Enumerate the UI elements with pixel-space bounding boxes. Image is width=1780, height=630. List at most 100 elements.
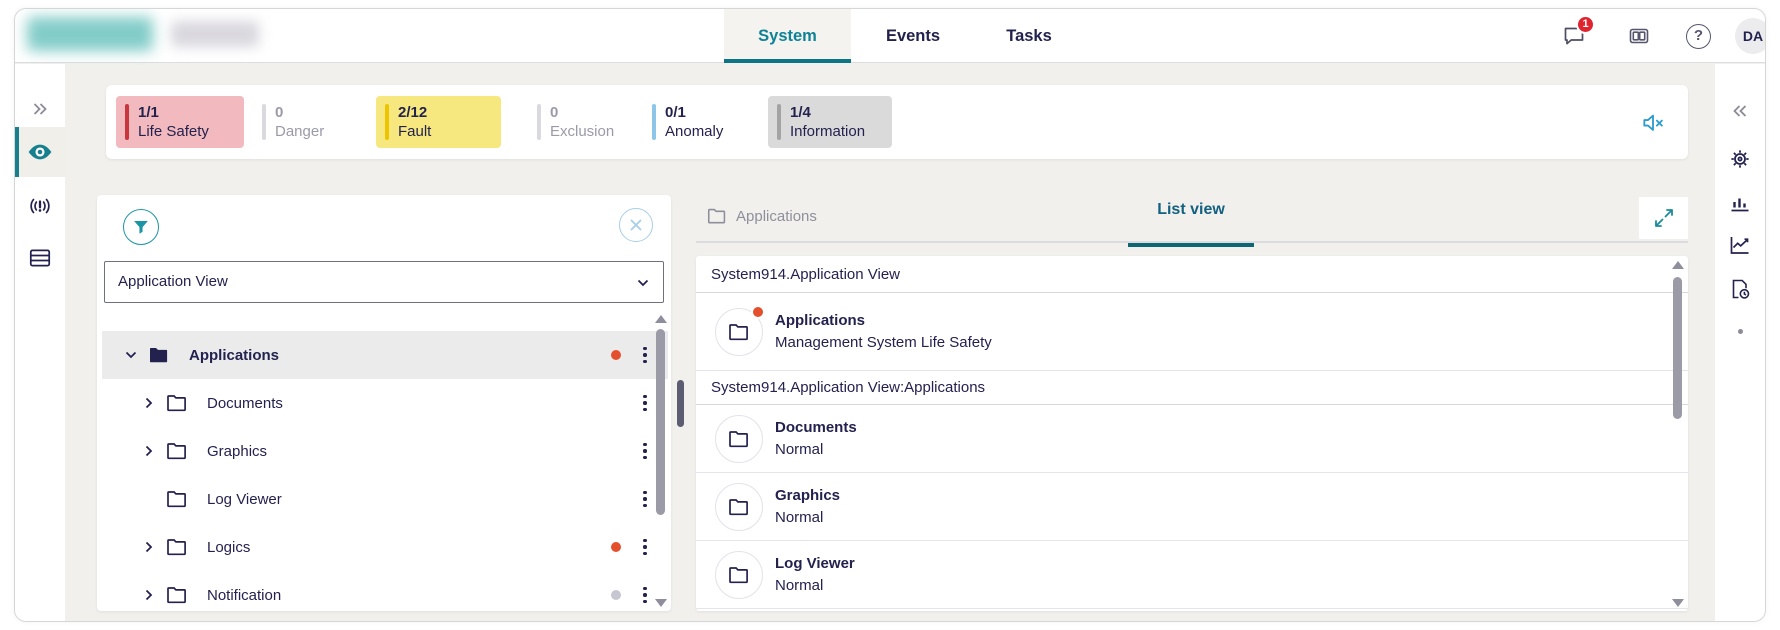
collapse-panel-button[interactable] [1715,86,1765,136]
scrollbar-thumb[interactable] [1673,277,1682,419]
status-danger[interactable]: 0 Danger [253,96,353,148]
kebab-menu-icon[interactable] [638,587,652,604]
scroll-down-arrow[interactable] [655,599,667,607]
settings-button[interactable] [1715,134,1765,184]
split-view-icon[interactable] [1627,24,1651,48]
clear-filter-button[interactable] [619,208,653,242]
tab-tasks[interactable]: Tasks [979,9,1079,63]
tab-events[interactable]: Events [863,9,963,63]
folder-icon [165,535,189,559]
chevron-right-icon[interactable] [141,395,157,411]
tab-system[interactable]: System [724,9,851,63]
item-title: Graphics [775,486,840,505]
kebab-menu-icon[interactable] [638,347,652,364]
tree-node-label: Notification [207,587,281,604]
status-exclusion[interactable]: 0 Exclusion [528,96,636,148]
item-avatar [715,308,763,356]
chevron-down-icon[interactable] [123,347,139,363]
trends-button[interactable] [1715,220,1765,270]
sidebar-item-system-view[interactable] [15,127,65,177]
scrollbar-thumb[interactable] [656,329,665,515]
folder-icon [727,563,751,587]
kebab-menu-icon[interactable] [638,491,652,508]
chevron-right-icon[interactable] [141,443,157,459]
chevron-right-icon[interactable] [141,539,157,555]
double-chevron-left-icon [1730,101,1750,121]
mute-button[interactable] [1640,110,1666,136]
tree-node-label: Log Viewer [207,491,282,508]
view-selector-value: Application View [118,273,228,290]
tree-node-applications[interactable]: Applications [102,331,668,379]
status-fault[interactable]: 2/12 Fault [376,96,501,148]
item-avatar [715,483,763,531]
tree-node-logics[interactable]: Logics [102,523,668,571]
kebab-menu-icon[interactable] [638,443,652,460]
list-item-graphics[interactable]: Graphics Normal [696,473,1688,541]
scroll-up-arrow[interactable] [1672,261,1684,269]
expand-pane-button[interactable] [1639,197,1688,239]
tree-node-notification[interactable]: Notification [102,571,668,611]
item-avatar [715,415,763,463]
sidebar-item-devices[interactable] [15,233,65,283]
user-avatar[interactable]: DA [1735,18,1766,54]
list-scrollbar[interactable] [1671,261,1685,607]
status-label: Exclusion [550,122,626,142]
item-title: Documents [775,418,857,437]
list-group-header: System914.Application View:Applications [696,371,1688,405]
view-selector-dropdown[interactable]: Application View [104,261,664,303]
status-life-safety[interactable]: 1/1 Life Safety [116,96,244,148]
top-bar: System Events Tasks 1 ? DA [15,9,1765,63]
list-view-panel: System914.Application View Applications … [696,256,1688,611]
folder-filled-icon [147,343,171,367]
close-icon [628,217,644,233]
status-bar-color [537,104,541,140]
tree-node-documents[interactable]: Documents [102,379,668,427]
list-item-log-viewer[interactable]: Log Viewer Normal [696,541,1688,609]
item-subtitle: Normal [775,576,855,595]
status-information[interactable]: 1/4 Information [768,96,892,148]
status-bar-color [652,104,656,140]
sidebar-item-events[interactable] [15,181,65,231]
tree-node-log-viewer[interactable]: Log Viewer [102,475,668,523]
chevron-right-icon[interactable] [141,587,157,603]
double-chevron-right-icon [30,99,50,119]
status-count: 1/4 [790,103,882,122]
breadcrumb[interactable]: Applications [706,205,817,227]
list-item-applications[interactable]: Applications Management System Life Safe… [696,293,1688,371]
help-icon[interactable]: ? [1686,24,1711,49]
event-summary-bar: 1/1 Life Safety 0 Danger 2/12 Fault 0 Ex… [106,85,1688,159]
scroll-up-arrow[interactable] [655,315,667,323]
tree-node-label: Graphics [207,443,267,460]
gear-icon [1728,147,1752,171]
list-group-header: System914.Application View [696,256,1688,293]
tree-scrollbar[interactable] [654,315,668,607]
product-logo [171,21,259,47]
notification-badge: 1 [1576,15,1595,34]
system-tree: Applications Documents [97,331,671,611]
item-subtitle: Normal [775,440,857,459]
kebab-menu-icon[interactable] [638,395,652,412]
tree-node-graphics[interactable]: Graphics [102,427,668,475]
status-anomaly[interactable]: 0/1 Anomaly [643,96,751,148]
tree-node-label: Applications [189,347,279,364]
alert-dot [751,305,765,319]
tab-list-view[interactable]: List view [1128,201,1254,219]
alert-dot-empty [611,398,621,408]
system-browser-panel: Application View Applications [97,195,671,611]
panel-splitter-handle[interactable] [677,380,684,427]
right-sidebar [1715,64,1765,621]
filter-button[interactable] [123,209,159,245]
folder-icon [727,320,751,344]
expand-diagonal-icon [1652,206,1676,230]
kebab-menu-icon[interactable] [638,539,652,556]
item-subtitle: Management System Life Safety [775,333,992,352]
folder-icon [165,391,189,415]
folder-icon [165,583,189,607]
folder-icon [165,487,189,511]
scroll-down-arrow[interactable] [1672,599,1684,607]
folder-icon [727,495,751,519]
server-list-icon [27,245,53,271]
list-item-documents[interactable]: Documents Normal [696,405,1688,473]
filter-funnel-icon [130,216,152,238]
info-dot [611,590,621,600]
